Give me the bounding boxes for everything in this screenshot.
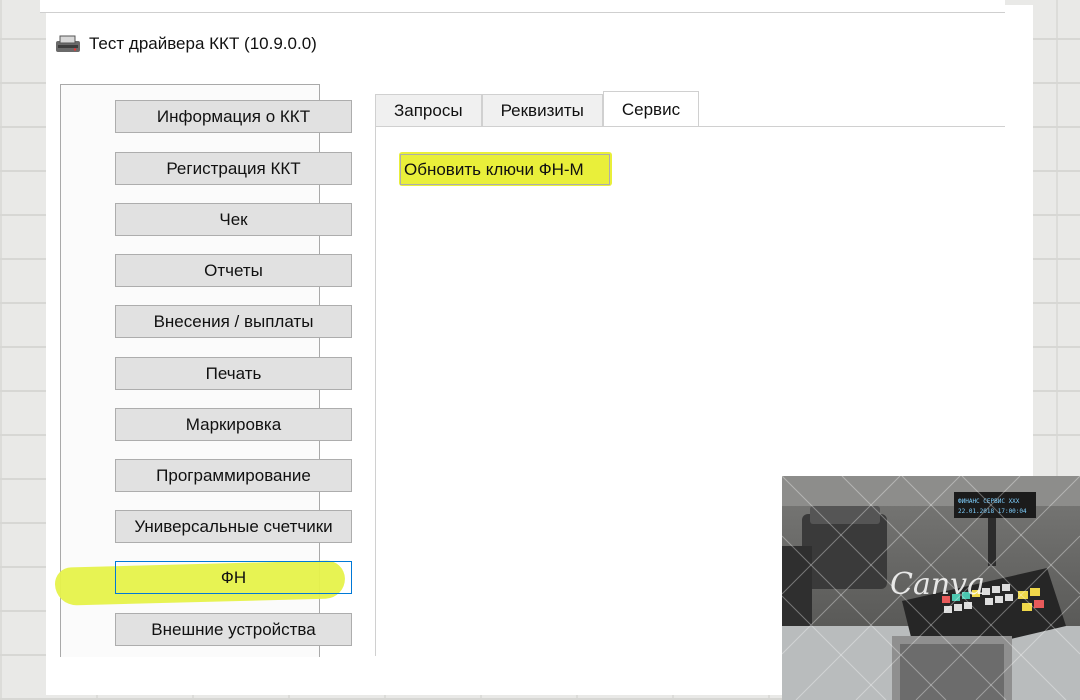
printer-icon <box>56 35 80 52</box>
sidebar-item-label: Регистрация ККТ <box>166 158 301 178</box>
tab-requests[interactable]: Запросы <box>375 94 482 127</box>
tab-service[interactable]: Сервис <box>602 91 700 127</box>
canva-watermark: Canva <box>890 567 985 602</box>
sidebar-item-kkt-registration[interactable]: Регистрация ККТ <box>115 152 352 185</box>
button-label: Обновить ключи ФН-М <box>404 159 584 179</box>
sidebar-item-label: Маркировка <box>185 414 282 434</box>
sidebar-item-label: ФН <box>220 567 247 587</box>
sidebar-item-fn[interactable]: ФН <box>115 561 352 594</box>
title-bar: Тест драйвера ККТ (10.9.0.0) <box>55 28 317 60</box>
tab-label: Запросы <box>394 101 463 120</box>
sidebar-item-cash-in-out[interactable]: Внесения / выплаты <box>115 305 352 338</box>
sidebar-item-universal-counters[interactable]: Универсальные счетчики <box>115 510 352 543</box>
sidebar-item-label: Чек <box>219 209 248 229</box>
sidebar-item-receipt[interactable]: Чек <box>115 203 352 236</box>
tab-requisites[interactable]: Реквизиты <box>481 94 603 127</box>
sidebar-item-label: Печать <box>205 363 262 383</box>
sidebar-item-programming[interactable]: Программирование <box>115 459 352 492</box>
sidebar-item-external-devices[interactable]: Внешние устройства <box>115 613 352 646</box>
sidebar-item-label: Внешние устройства <box>151 619 316 639</box>
sidebar-item-print[interactable]: Печать <box>115 357 352 390</box>
sidebar-item-label: Внесения / выплаты <box>153 311 314 331</box>
tab-divider <box>375 126 1005 127</box>
sidebar-item-reports[interactable]: Отчеты <box>115 254 352 287</box>
window-top-strip <box>40 0 1005 13</box>
sidebar-item-label: Универсальные счетчики <box>134 516 333 536</box>
sidebar-item-kkt-info[interactable]: Информация о ККТ <box>115 100 352 133</box>
update-fn-keys-button[interactable]: Обновить ключи ФН-М <box>400 154 610 185</box>
tab-panel-border <box>375 126 376 656</box>
window-title: Тест драйвера ККТ (10.9.0.0) <box>89 34 317 53</box>
cash-register-photo: ФИНАНС СЕРВИС ХХХ 22.01.2018 17:00:04 Ca… <box>782 476 1080 700</box>
display-line-2: 22.01.2018 17:00:04 <box>958 508 1027 515</box>
sidebar-item-marking[interactable]: Маркировка <box>115 408 352 441</box>
cash-register-illustration: ФИНАНС СЕРВИС ХХХ 22.01.2018 17:00:04 Ca… <box>782 476 1080 700</box>
sidebar-item-label: Отчеты <box>204 260 263 280</box>
tab-bar: Запросы Реквизиты Сервис <box>375 91 700 127</box>
display-line-1: ФИНАНС СЕРВИС ХХХ <box>958 498 1020 505</box>
sidebar-item-label: Программирование <box>156 465 311 485</box>
sidebar-item-label: Информация о ККТ <box>156 106 311 126</box>
tab-label: Реквизиты <box>500 101 584 120</box>
tab-label: Сервис <box>621 99 681 119</box>
